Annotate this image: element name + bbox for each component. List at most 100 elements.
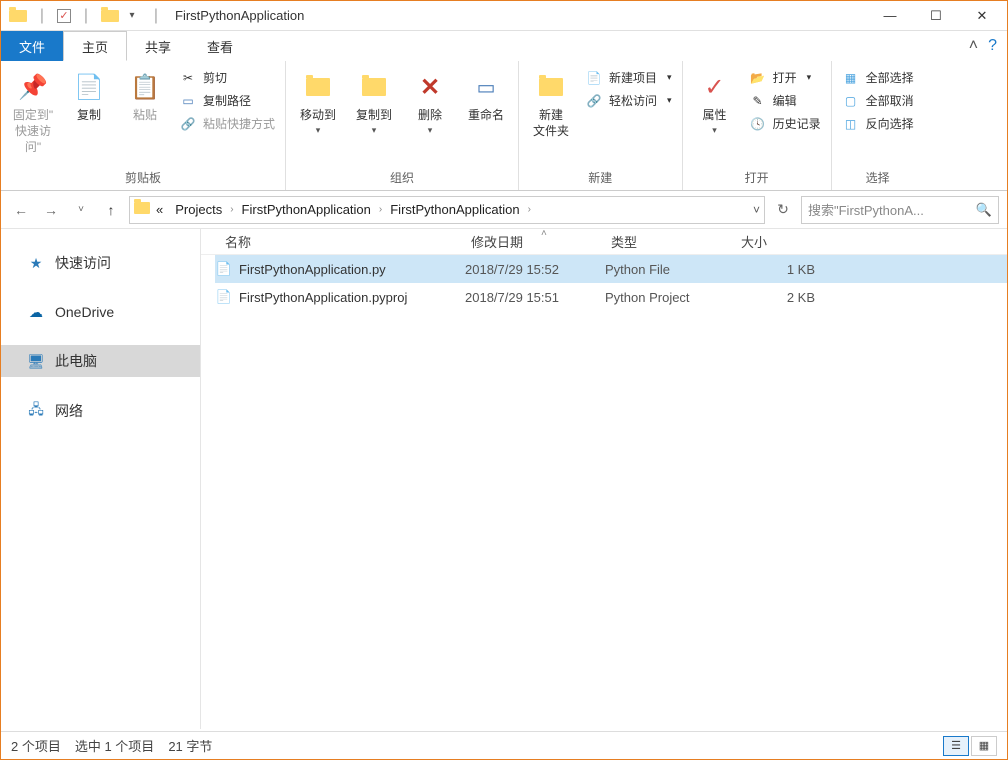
- search-placeholder: 搜索"FirstPythonA...: [808, 200, 924, 219]
- cloud-icon: ☁: [27, 303, 45, 321]
- chevron-right-icon[interactable]: ›: [228, 204, 235, 215]
- paste-button[interactable]: 📋 粘贴: [119, 65, 171, 123]
- qat-separator: |: [147, 7, 165, 25]
- breadcrumb-item[interactable]: FirstPythonApplication: [236, 202, 377, 217]
- copy-to-button[interactable]: 复制到 ▾: [348, 65, 400, 136]
- breadcrumb-item[interactable]: FirstPythonApplication: [384, 202, 525, 217]
- breadcrumb-item[interactable]: Projects: [169, 202, 228, 217]
- project-file-icon: 📄: [215, 288, 233, 306]
- chevron-down-icon: ▾: [667, 72, 672, 83]
- qat-dropdown-icon[interactable]: ▾: [123, 10, 141, 21]
- refresh-button[interactable]: ↻: [771, 198, 795, 222]
- checkbox-icon[interactable]: ✓: [57, 9, 71, 23]
- ribbon-group-new: 新建文件夹 📄新建项目▾ 🔗轻松访问▾ 新建: [519, 61, 683, 190]
- minimize-button[interactable]: —: [867, 1, 913, 31]
- sidebar-item-onedrive[interactable]: ☁ OneDrive: [1, 297, 200, 327]
- column-header-date[interactable]: 修改日期: [461, 232, 601, 251]
- easy-access-button[interactable]: 🔗轻松访问▾: [581, 92, 676, 109]
- breadcrumb-ellipsis[interactable]: «: [150, 202, 169, 217]
- history-button[interactable]: 🕓历史记录: [745, 115, 825, 132]
- folder-icon[interactable]: [101, 10, 119, 22]
- ribbon-group-open: ✓ 属性 ▾ 📂打开▾ ✎编辑 🕓历史记录 打开: [683, 61, 832, 190]
- back-button[interactable]: ←: [9, 198, 33, 222]
- open-button[interactable]: 📂打开▾: [745, 69, 825, 86]
- properties-button[interactable]: ✓ 属性 ▾: [689, 65, 741, 136]
- column-header-type[interactable]: 类型: [601, 232, 731, 251]
- chevron-down-icon: ▾: [372, 125, 377, 136]
- status-bar: 2 个项目 选中 1 个项目 21 字节 ☰ ▦: [1, 731, 1007, 759]
- copy-button[interactable]: 📄 复制: [63, 65, 115, 123]
- move-to-button[interactable]: 移动到 ▾: [292, 65, 344, 136]
- delete-button[interactable]: ✕ 删除 ▾: [404, 65, 456, 136]
- paste-shortcut-button[interactable]: 🔗粘贴快捷方式: [175, 115, 279, 132]
- new-folder-icon: [533, 69, 569, 105]
- status-item-count: 2 个项目: [11, 736, 61, 755]
- tab-share[interactable]: 共享: [127, 31, 189, 61]
- folder-icon: [9, 10, 27, 22]
- maximize-button[interactable]: ☐: [913, 1, 959, 31]
- sidebar-item-quick-access[interactable]: ★ 快速访问: [1, 247, 200, 279]
- close-button[interactable]: ✕: [959, 1, 1005, 31]
- cut-button[interactable]: ✂剪切: [175, 69, 279, 86]
- file-list-pane: ˄ 名称 修改日期 类型 大小 📄FirstPythonApplication.…: [201, 229, 1007, 729]
- chevron-down-icon: ▾: [428, 125, 433, 136]
- properties-icon: ✓: [697, 69, 733, 105]
- move-icon: [300, 69, 336, 105]
- sort-indicator-icon: ˄: [541, 228, 547, 239]
- search-icon[interactable]: 🔍: [976, 202, 992, 218]
- chevron-down-icon: ▾: [807, 72, 812, 83]
- ribbon: 📌 固定到"快速访问" 📄 复制 📋 粘贴 ✂剪切 ▭复制路径 🔗粘贴快捷方式 …: [1, 61, 1007, 191]
- search-input[interactable]: 搜索"FirstPythonA... 🔍: [801, 196, 999, 224]
- edit-icon: ✎: [749, 94, 767, 108]
- new-folder-button[interactable]: 新建文件夹: [525, 65, 577, 139]
- column-header-size[interactable]: 大小: [731, 232, 821, 251]
- copy-path-button[interactable]: ▭复制路径: [175, 92, 279, 109]
- edit-button[interactable]: ✎编辑: [745, 92, 825, 109]
- rename-button[interactable]: ▭ 重命名: [460, 65, 512, 123]
- status-bytes: 21 字节: [168, 736, 212, 755]
- help-icon[interactable]: ?: [988, 37, 997, 55]
- folder-icon: [134, 202, 150, 217]
- chevron-right-icon[interactable]: ›: [377, 204, 384, 215]
- open-icon: 📂: [749, 71, 767, 85]
- new-item-button[interactable]: 📄新建项目▾: [581, 69, 676, 86]
- ribbon-group-clipboard: 📌 固定到"快速访问" 📄 复制 📋 粘贴 ✂剪切 ▭复制路径 🔗粘贴快捷方式 …: [1, 61, 286, 190]
- tab-file[interactable]: 文件: [1, 31, 63, 61]
- sidebar-item-this-pc[interactable]: 🖥 此电脑: [1, 345, 200, 377]
- column-header-name[interactable]: 名称: [201, 232, 461, 251]
- ribbon-group-select: ▦全部选择 ▢全部取消 ◫反向选择 选择: [832, 61, 924, 190]
- up-button[interactable]: ↑: [99, 198, 123, 222]
- file-row[interactable]: 📄FirstPythonApplication.pyproj 2018/7/29…: [215, 283, 1007, 311]
- select-none-icon: ▢: [842, 94, 860, 108]
- easy-access-icon: 🔗: [585, 94, 603, 108]
- invert-select-button[interactable]: ◫反向选择: [838, 115, 918, 132]
- select-all-button[interactable]: ▦全部选择: [838, 69, 918, 86]
- pin-button[interactable]: 📌 固定到"快速访问": [7, 65, 59, 155]
- shortcut-icon: 🔗: [179, 117, 197, 131]
- window-title: FirstPythonApplication: [175, 8, 304, 23]
- tab-home[interactable]: 主页: [63, 31, 127, 61]
- sidebar-item-network[interactable]: 🖧 网络: [1, 395, 200, 427]
- chevron-down-icon: ▾: [712, 125, 717, 136]
- view-tiles-button[interactable]: ▦: [971, 736, 997, 756]
- file-row[interactable]: 📄FirstPythonApplication.py 2018/7/29 15:…: [215, 255, 1007, 283]
- star-icon: ★: [27, 254, 45, 272]
- view-details-button[interactable]: ☰: [943, 736, 969, 756]
- title-bar: | ✓ | ▾ | FirstPythonApplication — ☐ ✕: [1, 1, 1007, 31]
- chevron-right-icon[interactable]: ›: [526, 204, 533, 215]
- recent-dropdown[interactable]: ˅: [69, 198, 93, 222]
- select-all-icon: ▦: [842, 71, 860, 85]
- breadcrumb-bar[interactable]: « Projects › FirstPythonApplication › Fi…: [129, 196, 765, 224]
- tab-view[interactable]: 查看: [189, 31, 251, 61]
- pin-icon: 📌: [15, 69, 51, 105]
- delete-icon: ✕: [412, 69, 448, 105]
- ribbon-collapse-icon[interactable]: ˄: [969, 37, 978, 55]
- history-icon: 🕓: [749, 117, 767, 131]
- forward-button[interactable]: →: [39, 198, 63, 222]
- paste-icon: 📋: [127, 69, 163, 105]
- status-selected-count: 选中 1 个项目: [75, 736, 154, 755]
- network-icon: 🖧: [27, 402, 45, 420]
- select-none-button[interactable]: ▢全部取消: [838, 92, 918, 109]
- address-dropdown-icon[interactable]: ˅: [753, 203, 760, 217]
- copy-icon: 📄: [71, 69, 107, 105]
